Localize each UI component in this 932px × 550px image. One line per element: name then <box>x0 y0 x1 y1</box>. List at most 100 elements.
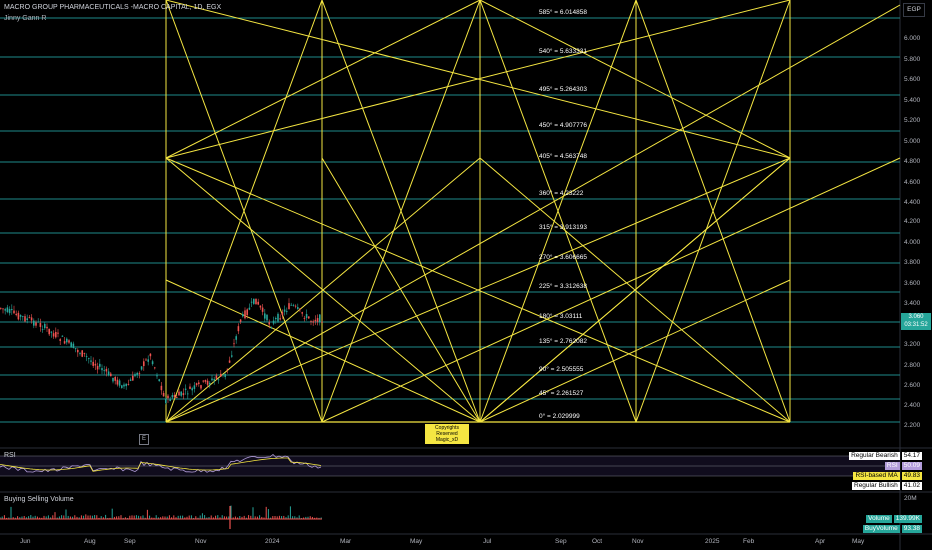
candle-body <box>319 314 321 323</box>
candle-body <box>187 393 189 395</box>
price-tick: 4.400 <box>904 199 921 206</box>
candle-body <box>228 360 231 363</box>
candle-body <box>112 377 114 382</box>
candle-body <box>13 310 15 314</box>
candle-body <box>297 307 299 309</box>
price-tick: 3.400 <box>904 300 921 307</box>
candle-body <box>248 307 251 310</box>
candle-body <box>255 298 257 305</box>
candle-body <box>72 343 75 348</box>
legend-value: 50.09 <box>901 462 922 470</box>
candle-body <box>198 382 200 385</box>
events-button[interactable]: E <box>139 434 149 445</box>
last-price: 3.060 <box>908 314 924 320</box>
candle-body <box>184 388 187 390</box>
countdown: 03:31:52 <box>904 322 928 328</box>
candle-body <box>281 312 284 316</box>
candle-body <box>321 321 323 323</box>
price-tick: 2.200 <box>904 422 921 429</box>
currency-badge[interactable]: EGP <box>903 3 925 17</box>
candle-body <box>125 383 127 387</box>
candle-body <box>279 318 281 320</box>
candle-body <box>202 380 204 382</box>
candle-body <box>206 380 209 385</box>
candle-body <box>264 313 266 319</box>
candle-body <box>11 309 13 311</box>
chart-canvas[interactable] <box>0 0 932 550</box>
candle-body <box>200 385 202 389</box>
time-tick: 2025 <box>705 538 720 545</box>
indicator-name[interactable]: Jinny Gann R <box>4 15 46 22</box>
candle-body <box>316 318 319 322</box>
candle-body <box>301 312 303 314</box>
candle-body <box>193 385 196 389</box>
candle-body <box>154 367 156 369</box>
legend-row: Volume 139.99K <box>866 515 922 523</box>
gann-diagonal-line <box>479 0 791 159</box>
candle-body <box>167 395 169 399</box>
gann-level-label: 585° = 6.014858 <box>539 9 587 16</box>
candle-body <box>233 343 235 345</box>
gann-level-label: 225° = 3.312638 <box>539 283 587 290</box>
time-tick: Jul <box>483 538 492 545</box>
time-tick: Nov <box>195 538 207 545</box>
legend-name: RSI <box>884 462 900 470</box>
candle-body <box>30 317 33 321</box>
price-tick: 3.600 <box>904 280 921 287</box>
candle-body <box>237 326 240 332</box>
time-tick: 2024 <box>265 538 280 545</box>
candle-body <box>222 374 224 376</box>
time-tick: May <box>410 538 423 545</box>
rsi-pane-label[interactable]: RSI <box>4 452 16 459</box>
candle-body <box>277 313 279 322</box>
candle-body <box>94 363 97 366</box>
gann-level-label: 360° = 4.23222 <box>539 190 584 197</box>
legend-value: 54.17 <box>901 452 922 460</box>
candle-body <box>224 373 226 378</box>
candle-body <box>114 376 116 381</box>
candle-body <box>283 309 286 312</box>
candle-body <box>74 347 77 349</box>
price-tick: 4.200 <box>904 218 921 225</box>
legend-row: Regular Bearish 54.17 <box>849 452 922 460</box>
candle-body <box>136 372 138 375</box>
gann-diagonal-line <box>479 279 791 423</box>
candle-body <box>151 361 154 365</box>
volume-pane-label[interactable]: Buying Selling Volume <box>4 496 74 503</box>
candle-body <box>259 305 262 308</box>
volume-axis-top: 20M <box>904 495 917 502</box>
candle-body <box>110 373 112 377</box>
candle-body <box>85 356 88 357</box>
candle-body <box>19 315 22 317</box>
candle-body <box>242 314 244 317</box>
candle-body <box>105 368 108 372</box>
candle-body <box>180 391 182 396</box>
candle-body <box>165 398 167 404</box>
candle-body <box>2 308 4 310</box>
candle-body <box>171 395 174 398</box>
candle-body <box>314 319 317 322</box>
candle-body <box>312 321 314 323</box>
price-tick: 3.200 <box>904 341 921 348</box>
legend-name: RSI-based MA <box>853 472 900 480</box>
candle-body <box>290 304 292 306</box>
candle-body <box>48 328 50 335</box>
candle-body <box>127 384 130 386</box>
legend-name: Regular Bearish <box>849 452 900 460</box>
candle-body <box>191 388 193 391</box>
last-price-flag: 3.060 03:31:52 <box>901 313 931 330</box>
candle-body <box>143 361 145 367</box>
candle-body <box>182 393 185 396</box>
legend-name: BuyVolume <box>862 525 900 533</box>
candle-body <box>275 317 277 320</box>
legend-row: RSI 50.09 <box>884 462 922 470</box>
copyright-line2: Magic_xD <box>435 437 459 443</box>
candle-body <box>266 314 268 321</box>
time-tick: Sep <box>124 538 136 545</box>
candle-body <box>189 386 191 389</box>
legend-value: 41.02 <box>901 482 922 490</box>
price-tick: 2.800 <box>904 362 921 369</box>
candle-body <box>217 379 220 381</box>
copyright-line1: Copyrights Reserved <box>435 425 459 437</box>
candle-body <box>103 370 105 372</box>
